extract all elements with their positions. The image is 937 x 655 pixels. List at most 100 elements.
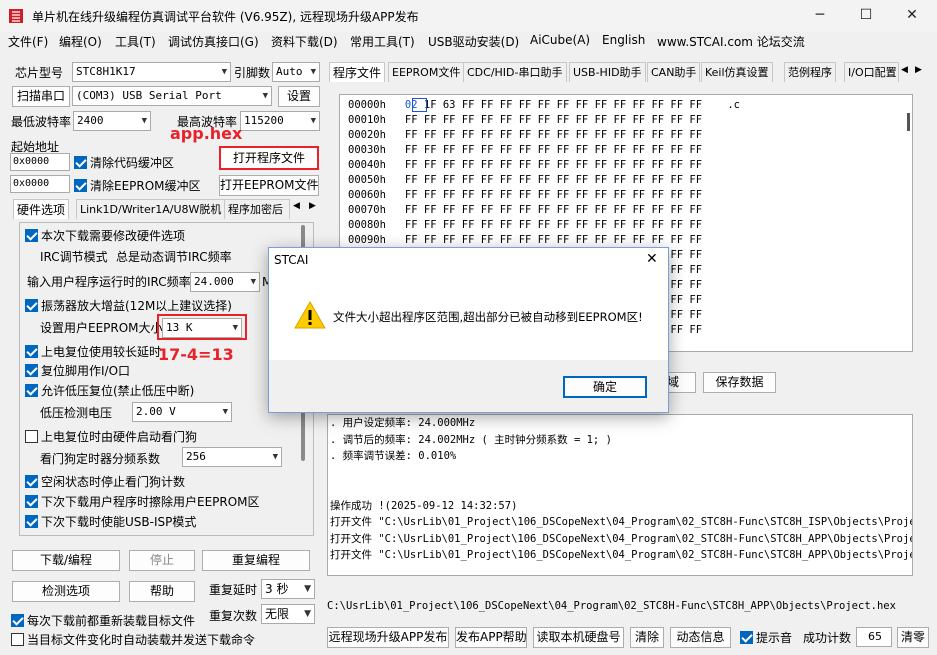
- log-line: 打开文件 "C:\UsrLib\01_Project\106_DSCopeNex…: [330, 532, 913, 545]
- menu-common-tools[interactable]: 常用工具(T): [350, 33, 415, 50]
- max-baud-value: 115200: [244, 114, 284, 127]
- tab-can[interactable]: CAN助手: [647, 62, 701, 82]
- min-baud-select[interactable]: 2400 ▼: [73, 111, 151, 131]
- option-usb-isp[interactable]: 下次下载时使能USB-ISP模式: [25, 512, 196, 532]
- irc-freq-select[interactable]: 24.000 ▼: [190, 272, 260, 292]
- hex-row: 00000h 02 1F 63 FF FF FF FF FF FF FF FF …: [348, 98, 740, 113]
- checkbox-checked-icon: [74, 179, 87, 192]
- dialog-titlebar: STCAI ✕: [269, 248, 668, 274]
- hex-address: 00080h: [348, 219, 386, 231]
- dialog-message: 文件大小超出程序区范围,超出部分已被自动移到EEPROM区!: [333, 310, 643, 324]
- irc-freq-value: 24.000: [194, 275, 234, 288]
- auto-send-checkbox[interactable]: 当目标文件变化时自动装载并发送下载命令: [11, 631, 255, 648]
- settings-button[interactable]: 设置: [278, 86, 320, 107]
- option-erase-eeprom[interactable]: 下次下载用户程序时擦除用户EEPROM区: [25, 492, 260, 512]
- beep-label: 提示音: [756, 631, 793, 645]
- tab-examples[interactable]: 范例程序: [784, 62, 836, 82]
- reload-checkbox[interactable]: 每次下载前都重新装载目标文件: [11, 612, 195, 629]
- eeprom-address-input[interactable]: 0x0000: [10, 175, 70, 193]
- tab-program-file[interactable]: 程序文件: [329, 62, 386, 82]
- tab-io-config[interactable]: I/O口配置: [844, 62, 899, 82]
- help-button[interactable]: 帮助: [129, 581, 195, 602]
- hex-scrollbar-thumb[interactable]: [907, 113, 910, 131]
- hex-bytes: FF FF FF FF FF FF FF FF FF FF FF FF FF F…: [404, 159, 703, 171]
- tab-hardware-options[interactable]: 硬件选项: [13, 199, 70, 219]
- menu-usb-driver[interactable]: USB驱动安装(D): [428, 33, 519, 50]
- menu-file[interactable]: 文件(F): [8, 33, 48, 50]
- beep-checkbox[interactable]: 提示音: [740, 629, 792, 646]
- app-logo-icon: [9, 9, 23, 23]
- option-long-delay[interactable]: 上电复位使用较长延时: [25, 342, 161, 362]
- code-address-input[interactable]: 0x0000: [10, 153, 70, 171]
- irc-mode-value[interactable]: 总是动态调节IRC频率: [116, 247, 232, 267]
- stop-button[interactable]: 停止: [129, 550, 195, 571]
- pin-select[interactable]: Auto ▼: [272, 62, 320, 82]
- option-label: 复位脚用作I/O口: [41, 364, 131, 378]
- log-line: . 调节后的频率: 24.002MHz ( 主时钟分频系数 = 1; ): [330, 433, 612, 446]
- clear-code-checkbox[interactable]: 清除代码缓冲区: [74, 154, 174, 171]
- download-button[interactable]: 下载/编程: [12, 550, 120, 571]
- tab-scroll-right-icon[interactable]: ▶: [915, 65, 922, 75]
- menu-debug-interface[interactable]: 调试仿真接口(G): [168, 33, 259, 50]
- check-options-button[interactable]: 检测选项: [12, 581, 120, 602]
- option-reset-io[interactable]: 复位脚用作I/O口: [25, 361, 130, 381]
- tab-keil[interactable]: Keil仿真设置: [701, 62, 773, 82]
- remote-upgrade-button[interactable]: 远程现场升级APP发布: [327, 627, 449, 648]
- log-output[interactable]: . 用户设定频率: 24.000MHz . 调节后的频率: 24.002MHz (…: [327, 414, 913, 576]
- menu-downloads[interactable]: 资料下载(D): [271, 33, 338, 50]
- tab-eeprom-file[interactable]: EEPROM文件: [388, 62, 465, 82]
- save-data-button[interactable]: 保存数据: [703, 372, 776, 393]
- repeat-delay-select[interactable]: 3 秒 ▼: [261, 579, 315, 599]
- port-value: (COM3) USB Serial Port: [76, 89, 222, 102]
- hex-row: 00010h FF FF FF FF FF FF FF FF FF FF FF …: [348, 113, 702, 128]
- option-osc-gain[interactable]: 振荡器放大增益(12M以上建议选择): [25, 296, 232, 316]
- menu-english[interactable]: English: [602, 33, 645, 47]
- tab-scroll-right-icon[interactable]: ▶: [309, 201, 316, 211]
- chevron-down-icon: ▼: [232, 323, 238, 333]
- eeprom-size-select[interactable]: 13 K ▼: [162, 318, 242, 338]
- dialog-body: 文件大小超出程序区范围,超出部分已被自动移到EEPROM区!: [269, 274, 668, 360]
- irc-freq-label: 输入用户程序运行时的IRC频率: [27, 275, 191, 289]
- open-eeprom-file-button[interactable]: 打开EEPROM文件: [219, 175, 319, 196]
- lvd-select[interactable]: 2.00 V ▼: [132, 402, 232, 422]
- dialog-ok-button[interactable]: 确定: [563, 376, 647, 398]
- tab-link1d[interactable]: Link1D/Writer1A/U8W脱机: [76, 199, 226, 219]
- chip-label: 芯片型号: [15, 66, 64, 80]
- maximize-button[interactable]: ☐: [843, 0, 889, 30]
- tab-usb-hid[interactable]: USB-HID助手: [569, 62, 646, 82]
- tab-cdc-hid-serial[interactable]: CDC/HID-串口助手: [463, 62, 567, 82]
- dynamic-info-button[interactable]: 动态信息: [670, 627, 731, 648]
- read-disk-id-button[interactable]: 读取本机硬盘号: [533, 627, 624, 648]
- repeat-program-button[interactable]: 重复编程: [202, 550, 310, 571]
- option-low-voltage-reset[interactable]: 允许低压复位(禁止低压中断): [25, 381, 194, 401]
- repeat-delay-label: 重复延时: [209, 583, 258, 597]
- option-modify-hardware[interactable]: 本次下载需要修改硬件选项: [25, 226, 185, 246]
- option-hw-watchdog[interactable]: 上电复位时由硬件启动看门狗: [25, 427, 197, 447]
- wdt-select[interactable]: 256 ▼: [182, 447, 282, 467]
- dialog-close-icon[interactable]: ✕: [646, 251, 658, 267]
- open-program-file-button[interactable]: 打开程序文件: [219, 146, 319, 170]
- close-window-button[interactable]: ✕: [889, 0, 935, 30]
- menu-program[interactable]: 编程(O): [59, 33, 102, 50]
- menu-website[interactable]: www.STCAI.com 论坛交流: [657, 33, 805, 50]
- repeat-count-select[interactable]: 无限 ▼: [261, 604, 315, 624]
- option-idle-stop-wdt[interactable]: 空闲状态时停止看门狗计数: [25, 472, 185, 492]
- tab-encryption[interactable]: 程序加密后: [224, 199, 290, 219]
- chip-select[interactable]: STC8H1K17 ▼: [72, 62, 231, 82]
- reset-count-button[interactable]: 清零: [897, 627, 929, 648]
- port-select[interactable]: (COM3) USB Serial Port ▼: [72, 86, 272, 106]
- wdt-label: 看门狗定时器分频系数: [40, 452, 161, 466]
- hex-bytes: FF FF FF FF FF FF FF FF FF FF FF FF FF F…: [404, 204, 703, 216]
- max-baud-select[interactable]: 115200 ▼: [240, 111, 320, 131]
- clear-eeprom-checkbox[interactable]: 清除EEPROM缓冲区: [74, 177, 201, 194]
- lvd-label: 低压检测电压: [40, 406, 113, 420]
- scan-port-button[interactable]: 扫描串口: [12, 86, 70, 107]
- minimize-button[interactable]: ─: [797, 0, 843, 30]
- tab-scroll-left-icon[interactable]: ◀: [293, 201, 300, 211]
- menu-tools[interactable]: 工具(T): [115, 33, 156, 50]
- tab-scroll-left-icon[interactable]: ◀: [901, 65, 908, 75]
- menu-aicube[interactable]: AiCube(A): [530, 33, 590, 47]
- publish-help-button[interactable]: 发布APP帮助: [455, 627, 527, 648]
- wdt-value: 256: [186, 450, 206, 463]
- clear-log-button[interactable]: 清除: [630, 627, 664, 648]
